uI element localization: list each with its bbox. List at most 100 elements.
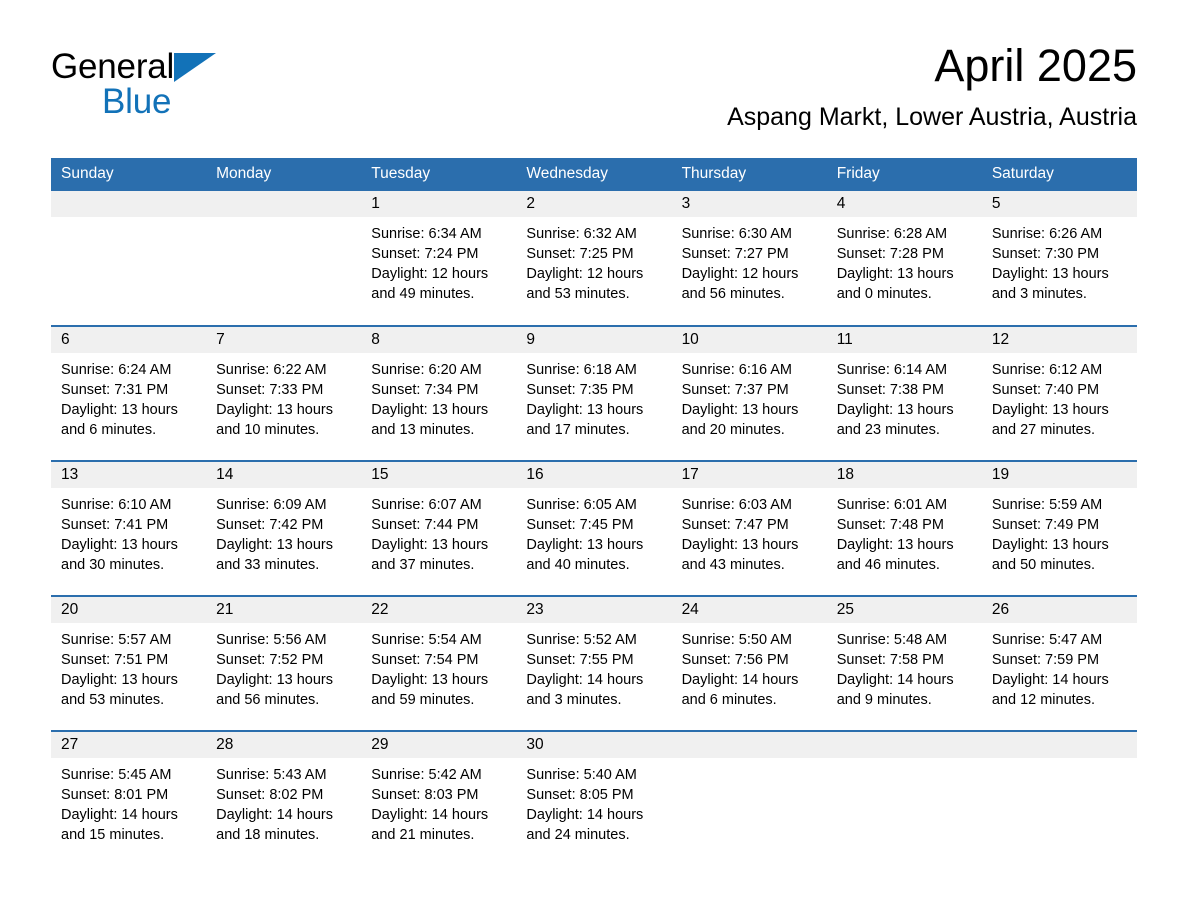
day-detail-line: Sunrise: 6:14 AM — [836, 362, 948, 378]
day-number: 11 — [826, 327, 982, 353]
calendar-day-cell[interactable]: 5 Sunrise: 6:26 AM Sunset: 7:30 PM Daylight… — [981, 191, 1137, 326]
generalblue-logo[interactable]: General Blue — [51, 48, 351, 134]
day-detail-line: Sunrise: 5:50 AM — [681, 632, 792, 648]
weekday-header-row: Sunday Monday Tuesday Wednesday Thursday… — [51, 158, 1137, 191]
day-number: 28 — [206, 732, 362, 758]
day-detail-line: Daylight: 13 hours — [61, 402, 178, 418]
day-detail-line: Sunset: 8:05 PM — [526, 787, 634, 803]
calendar-day-cell[interactable]: 14 Sunrise: 6:09 AM Sunset: 7:42 PM Dayligh… — [206, 460, 362, 596]
calendar-day-cell[interactable]: 7 Sunrise: 6:22 AM Sunset: 7:33 PM Daylight… — [206, 325, 362, 461]
calendar-day-cell[interactable]: 16 Sunrise: 6:05 AM Sunset: 7:45 PM Dayligh… — [516, 460, 672, 596]
calendar-day-cell[interactable]: 29 Sunrise: 5:42 AM Sunset: 8:03 PM Dayligh… — [361, 730, 517, 866]
calendar-week-row: 20 Sunrise: 5:57 AM Sunset: 7:51 PM Dayligh… — [51, 595, 1137, 731]
calendar-day-cell[interactable]: 21 Sunrise: 5:56 AM Sunset: 7:52 PM Dayligh… — [206, 595, 362, 731]
calendar-day-cell[interactable]: 26 Sunrise: 5:47 AM Sunset: 7:59 PM Dayligh… — [981, 595, 1137, 731]
calendar-day-cell[interactable]: 9 Sunrise: 6:18 AM Sunset: 7:35 PM Daylight… — [516, 325, 672, 461]
day-detail-line: and 43 minutes. — [681, 557, 785, 573]
day-number — [51, 191, 207, 217]
day-detail-line: Sunrise: 6:05 AM — [526, 497, 637, 513]
day-details: Sunrise: 5:42 AM Sunset: 8:03 PM Daylight:… — [361, 758, 516, 845]
calendar-day-cell[interactable]: 17 Sunrise: 6:03 AM Sunset: 7:47 PM Dayligh… — [671, 460, 827, 596]
logo-line-general: General — [51, 48, 351, 86]
day-detail-line: Daylight: 13 hours — [836, 266, 954, 282]
day-detail-line: and 56 minutes. — [681, 286, 785, 302]
day-detail-line: and 50 minutes. — [991, 557, 1096, 573]
day-details: Sunrise: 6:32 AM Sunset: 7:25 PM Daylight:… — [516, 217, 671, 304]
day-detail-line: Daylight: 14 hours — [836, 672, 954, 688]
day-details — [206, 217, 361, 224]
day-detail-line: and 53 minutes. — [61, 692, 165, 708]
day-details: Sunrise: 6:20 AM Sunset: 7:34 PM Daylight:… — [361, 353, 516, 440]
day-number: 23 — [516, 597, 672, 623]
calendar-week-row: 13 Sunrise: 6:10 AM Sunset: 7:41 PM Dayligh… — [51, 460, 1137, 596]
day-details — [672, 758, 827, 765]
day-detail-line: Sunset: 7:52 PM — [216, 652, 324, 668]
day-number: 5 — [981, 191, 1137, 217]
day-detail-line: Sunset: 7:37 PM — [681, 382, 789, 398]
day-detail-line: Daylight: 13 hours — [371, 672, 489, 688]
calendar-day-cell[interactable]: 19 Sunrise: 5:59 AM Sunset: 7:49 PM Dayligh… — [981, 460, 1137, 596]
calendar-day-cell[interactable]: 27 Sunrise: 5:45 AM Sunset: 8:01 PM Dayligh… — [51, 730, 207, 866]
day-detail-line: and 18 minutes. — [216, 827, 320, 843]
calendar-day-cell[interactable]: 20 Sunrise: 5:57 AM Sunset: 7:51 PM Dayligh… — [51, 595, 207, 731]
day-number: 7 — [206, 327, 362, 353]
calendar-day-cell[interactable]: 8 Sunrise: 6:20 AM Sunset: 7:34 PM Daylight… — [361, 325, 517, 461]
calendar-day-cell[interactable]: 4 Sunrise: 6:28 AM Sunset: 7:28 PM Daylight… — [826, 191, 982, 326]
calendar-day-cell[interactable]: 28 Sunrise: 5:43 AM Sunset: 8:02 PM Dayligh… — [206, 730, 362, 866]
calendar-header-row: Sunday Monday Tuesday Wednesday Thursday… — [51, 158, 1137, 191]
calendar-day-cell[interactable]: 25 Sunrise: 5:48 AM Sunset: 7:58 PM Dayligh… — [826, 595, 982, 731]
day-number: 18 — [826, 462, 982, 488]
calendar-day-cell-empty — [671, 730, 827, 866]
day-detail-line: Daylight: 14 hours — [526, 672, 644, 688]
calendar-body: 1 Sunrise: 6:34 AM Sunset: 7:24 PM Daylight… — [51, 191, 1137, 866]
calendar-day-cell[interactable]: 10 Sunrise: 6:16 AM Sunset: 7:37 PM Dayligh… — [671, 325, 827, 461]
day-detail-line: and 53 minutes. — [526, 286, 630, 302]
day-detail-line: Sunrise: 5:56 AM — [216, 632, 327, 648]
day-detail-line: and 46 minutes. — [836, 557, 940, 573]
day-detail-line: Daylight: 13 hours — [216, 402, 334, 418]
day-number: 15 — [361, 462, 517, 488]
calendar-day-cell[interactable]: 1 Sunrise: 6:34 AM Sunset: 7:24 PM Daylight… — [361, 191, 517, 326]
day-detail-line: Daylight: 13 hours — [526, 537, 644, 553]
calendar-day-cell[interactable]: 15 Sunrise: 6:07 AM Sunset: 7:44 PM Dayligh… — [361, 460, 517, 596]
day-number: 24 — [671, 597, 827, 623]
calendar-day-cell[interactable]: 23 Sunrise: 5:52 AM Sunset: 7:55 PM Dayligh… — [516, 595, 672, 731]
logo-text-general: General — [51, 47, 175, 86]
weekday-header-tuesday: Tuesday — [361, 158, 517, 191]
calendar-day-cell[interactable]: 2 Sunrise: 6:32 AM Sunset: 7:25 PM Daylight… — [516, 191, 672, 326]
weekday-header-thursday: Thursday — [671, 158, 827, 191]
calendar-day-cell[interactable]: 3 Sunrise: 6:30 AM Sunset: 7:27 PM Daylight… — [671, 191, 827, 326]
day-detail-line: Sunset: 7:48 PM — [836, 517, 944, 533]
calendar-day-cell[interactable]: 24 Sunrise: 5:50 AM Sunset: 7:56 PM Dayligh… — [671, 595, 827, 731]
calendar-day-cell-empty — [981, 730, 1137, 866]
day-number — [826, 732, 982, 758]
day-detail-line: and 10 minutes. — [216, 422, 320, 438]
day-detail-line: and 40 minutes. — [526, 557, 630, 573]
day-detail-line: Sunset: 7:41 PM — [61, 517, 169, 533]
day-details: Sunrise: 6:01 AM Sunset: 7:48 PM Daylight:… — [827, 488, 982, 575]
calendar-day-cell-empty — [51, 191, 207, 326]
calendar-day-cell[interactable]: 12 Sunrise: 6:12 AM Sunset: 7:40 PM Dayligh… — [981, 325, 1137, 461]
day-details — [51, 217, 206, 224]
day-detail-line: Sunrise: 5:54 AM — [371, 632, 482, 648]
day-number: 20 — [51, 597, 207, 623]
calendar-day-cell[interactable]: 30 Sunrise: 5:40 AM Sunset: 8:05 PM Dayligh… — [516, 730, 672, 866]
day-number — [981, 732, 1137, 758]
calendar-day-cell[interactable]: 22 Sunrise: 5:54 AM Sunset: 7:54 PM Dayligh… — [361, 595, 517, 731]
logo-text-blue: Blue — [102, 82, 172, 121]
day-details: Sunrise: 6:28 AM Sunset: 7:28 PM Daylight:… — [827, 217, 982, 304]
day-detail-line: Sunset: 7:33 PM — [216, 382, 324, 398]
calendar-week-row: 6 Sunrise: 6:24 AM Sunset: 7:31 PM Daylight… — [51, 325, 1137, 461]
day-details: Sunrise: 6:18 AM Sunset: 7:35 PM Daylight:… — [516, 353, 671, 440]
calendar-day-cell[interactable]: 13 Sunrise: 6:10 AM Sunset: 7:41 PM Dayligh… — [51, 460, 207, 596]
day-number: 14 — [206, 462, 362, 488]
calendar-day-cell[interactable]: 11 Sunrise: 6:14 AM Sunset: 7:38 PM Dayligh… — [826, 325, 982, 461]
day-details: Sunrise: 5:56 AM Sunset: 7:52 PM Daylight:… — [206, 623, 361, 710]
day-number: 29 — [361, 732, 517, 758]
day-number: 21 — [206, 597, 362, 623]
calendar-day-cell[interactable]: 6 Sunrise: 6:24 AM Sunset: 7:31 PM Daylight… — [51, 325, 207, 461]
day-detail-line: Daylight: 13 hours — [836, 402, 954, 418]
calendar-day-cell[interactable]: 18 Sunrise: 6:01 AM Sunset: 7:48 PM Dayligh… — [826, 460, 982, 596]
day-details: Sunrise: 6:34 AM Sunset: 7:24 PM Daylight:… — [361, 217, 516, 304]
calendar-page: General Blue April 2025 Aspang Markt, Lo… — [0, 0, 1188, 918]
